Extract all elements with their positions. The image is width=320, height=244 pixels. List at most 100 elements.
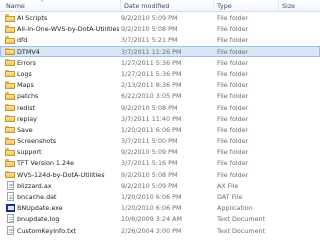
file-name: CustomKeyInfo.txt xyxy=(17,226,76,235)
file-type: File folder xyxy=(217,170,249,179)
file-row[interactable]: bncache.dat 1/20/2010 6:06 PM DAT File xyxy=(0,191,320,202)
file-list: AI Scripts 9/2/2010 5:09 PM File folder All… xyxy=(0,12,320,236)
file-name: support xyxy=(17,148,42,157)
file-type: File folder xyxy=(217,103,249,112)
folder-icon xyxy=(5,136,15,145)
file-row[interactable]: WVS-124d-by-DotA-Utilities 9/2/2010 5:08 … xyxy=(0,169,320,180)
file-date-modified: 3/7/2011 11:40 PM xyxy=(121,114,182,123)
file-type: File folder xyxy=(217,114,249,123)
file-type: File folder xyxy=(217,58,249,67)
folder-icon xyxy=(5,91,15,100)
file-name: All-In-One-WVS-by-DotA-Utilities xyxy=(17,25,119,34)
file-row[interactable]: redist 9/2/2010 5:08 PM File folder xyxy=(0,102,320,113)
file-row[interactable]: BNUpdate.exe 1/20/2010 6:06 PM Application xyxy=(0,202,320,213)
file-type: AX File xyxy=(217,181,239,190)
file-type: File folder xyxy=(217,36,249,45)
file-type: File folder xyxy=(217,81,249,90)
file-name: bncache.dat xyxy=(17,193,57,201)
folder-icon xyxy=(5,158,15,167)
file-row[interactable]: replay 3/7/2011 11:40 PM File folder xyxy=(0,113,320,124)
column-header-name[interactable]: Name xyxy=(6,2,25,10)
file-icon xyxy=(5,192,15,201)
file-type: File folder xyxy=(217,92,249,101)
file-type: File folder xyxy=(217,47,249,56)
file-icon xyxy=(5,225,15,235)
file-row[interactable]: bnupdate.log 10/6/2009 3:24 AM Text Docume… xyxy=(0,213,320,224)
folder-icon xyxy=(5,114,15,123)
file-type: File folder xyxy=(217,148,249,157)
file-row[interactable]: Errors 1/27/2011 5:36 PM File folder xyxy=(0,57,320,68)
file-row[interactable]: Save 1/20/2011 6:06 PM File folder xyxy=(0,124,320,135)
file-date-modified: 9/2/2010 5:09 PM xyxy=(121,148,178,157)
folder-icon xyxy=(5,13,15,22)
file-row[interactable]: All-In-One-WVS-by-DotA-Utilities 9/2/2010… xyxy=(0,23,320,34)
file-name: bnupdate.log xyxy=(17,215,60,224)
file-date-modified: 3/7/2011 5:21 PM xyxy=(121,36,178,45)
file-name: dfd xyxy=(17,36,28,45)
file-date-modified: 6/22/2010 3:05 PM xyxy=(121,92,182,101)
column-header-bar: ^ Name Date modified Type Size xyxy=(0,0,320,12)
file-name: DTMV4 xyxy=(17,47,40,56)
column-header-type[interactable]: Type xyxy=(217,2,232,10)
file-row[interactable]: Screenshots 3/7/2011 5:00 PM File folder xyxy=(0,135,320,146)
file-date-modified: 3/7/2011 11:26 PM xyxy=(121,47,182,56)
folder-icon xyxy=(5,170,15,179)
file-type: Text Document xyxy=(217,226,266,235)
file-date-modified: 9/2/2010 5:08 PM xyxy=(121,103,178,112)
folder-icon xyxy=(5,147,15,156)
folder-icon xyxy=(5,47,15,56)
file-icon xyxy=(5,180,15,190)
file-name: Save xyxy=(17,125,33,134)
column-divider[interactable] xyxy=(278,0,279,11)
file-icon xyxy=(5,214,15,224)
file-name: blizzard.ax xyxy=(17,181,52,190)
file-name: Maps xyxy=(17,81,34,90)
file-date-modified: 10/6/2009 3:24 AM xyxy=(121,215,183,224)
file-date-modified: 9/2/2010 5:09 PM xyxy=(121,181,178,190)
file-name: Screenshots xyxy=(17,137,57,146)
folder-icon xyxy=(5,69,15,78)
file-row[interactable]: CustomKeyInfo.txt 2/26/2004 3:00 PM Text D… xyxy=(0,225,320,236)
file-row[interactable]: blizzard.ax 9/2/2010 5:09 PM AX File xyxy=(0,180,320,191)
file-date-modified: 9/2/2010 5:08 PM xyxy=(121,170,178,179)
folder-icon xyxy=(5,80,15,89)
file-date-modified: 3/7/2011 5:16 PM xyxy=(121,159,178,168)
sort-arrow-icon: ^ xyxy=(40,0,45,6)
column-divider[interactable] xyxy=(213,0,214,11)
file-name: replay xyxy=(17,114,37,123)
file-row[interactable]: support 9/2/2010 5:09 PM File folder xyxy=(0,146,320,157)
file-type: File folder xyxy=(217,14,249,22)
column-header-size[interactable]: Size xyxy=(282,2,295,10)
file-date-modified: 1/20/2010 6:06 PM xyxy=(121,204,182,213)
file-name: WVS-124d-by-DotA-Utilities xyxy=(17,170,105,179)
file-type: Application xyxy=(217,204,253,213)
folder-icon xyxy=(5,35,15,44)
folder-icon xyxy=(5,24,15,33)
file-row[interactable]: DTMV4 3/7/2011 11:26 PM File folder xyxy=(0,45,320,57)
file-name: Logs xyxy=(17,69,32,78)
file-name: patchs xyxy=(17,92,39,101)
file-row[interactable]: AI Scripts 9/2/2010 5:09 PM File folder xyxy=(0,12,320,23)
file-type: Text Document xyxy=(217,215,266,224)
column-header-date[interactable]: Date modified xyxy=(124,2,169,10)
file-row[interactable]: patchs 6/22/2010 3:05 PM File folder xyxy=(0,90,320,101)
file-explorer-view: ^ Name Date modified Type Size AI Script… xyxy=(0,0,320,244)
column-divider[interactable] xyxy=(120,0,121,11)
file-row[interactable]: Maps 2/13/2011 8:36 PM File folder xyxy=(0,79,320,90)
file-row[interactable]: dfd 3/7/2011 5:21 PM File folder xyxy=(0,34,320,45)
file-date-modified: 2/13/2011 8:36 PM xyxy=(121,81,182,90)
file-row[interactable]: TFT Version 1.24e 3/7/2011 5:16 PM File fo… xyxy=(0,157,320,168)
file-name: Errors xyxy=(17,58,36,67)
file-name: redist xyxy=(17,103,36,112)
file-name: BNUpdate.exe xyxy=(17,204,63,213)
file-date-modified: 1/20/2011 6:06 PM xyxy=(121,125,182,134)
file-type: File folder xyxy=(217,125,249,134)
file-date-modified: 9/2/2010 5:09 PM xyxy=(121,14,178,22)
file-type: File folder xyxy=(217,137,249,146)
file-date-modified: 2/26/2004 3:00 PM xyxy=(121,226,182,235)
folder-icon xyxy=(5,103,15,112)
file-row[interactable]: Logs 1/27/2011 5:36 PM File folder xyxy=(0,68,320,79)
file-date-modified: 1/27/2011 5:36 PM xyxy=(121,69,182,78)
file-date-modified: 3/7/2011 5:00 PM xyxy=(121,137,178,146)
file-type: DAT File xyxy=(217,193,243,201)
